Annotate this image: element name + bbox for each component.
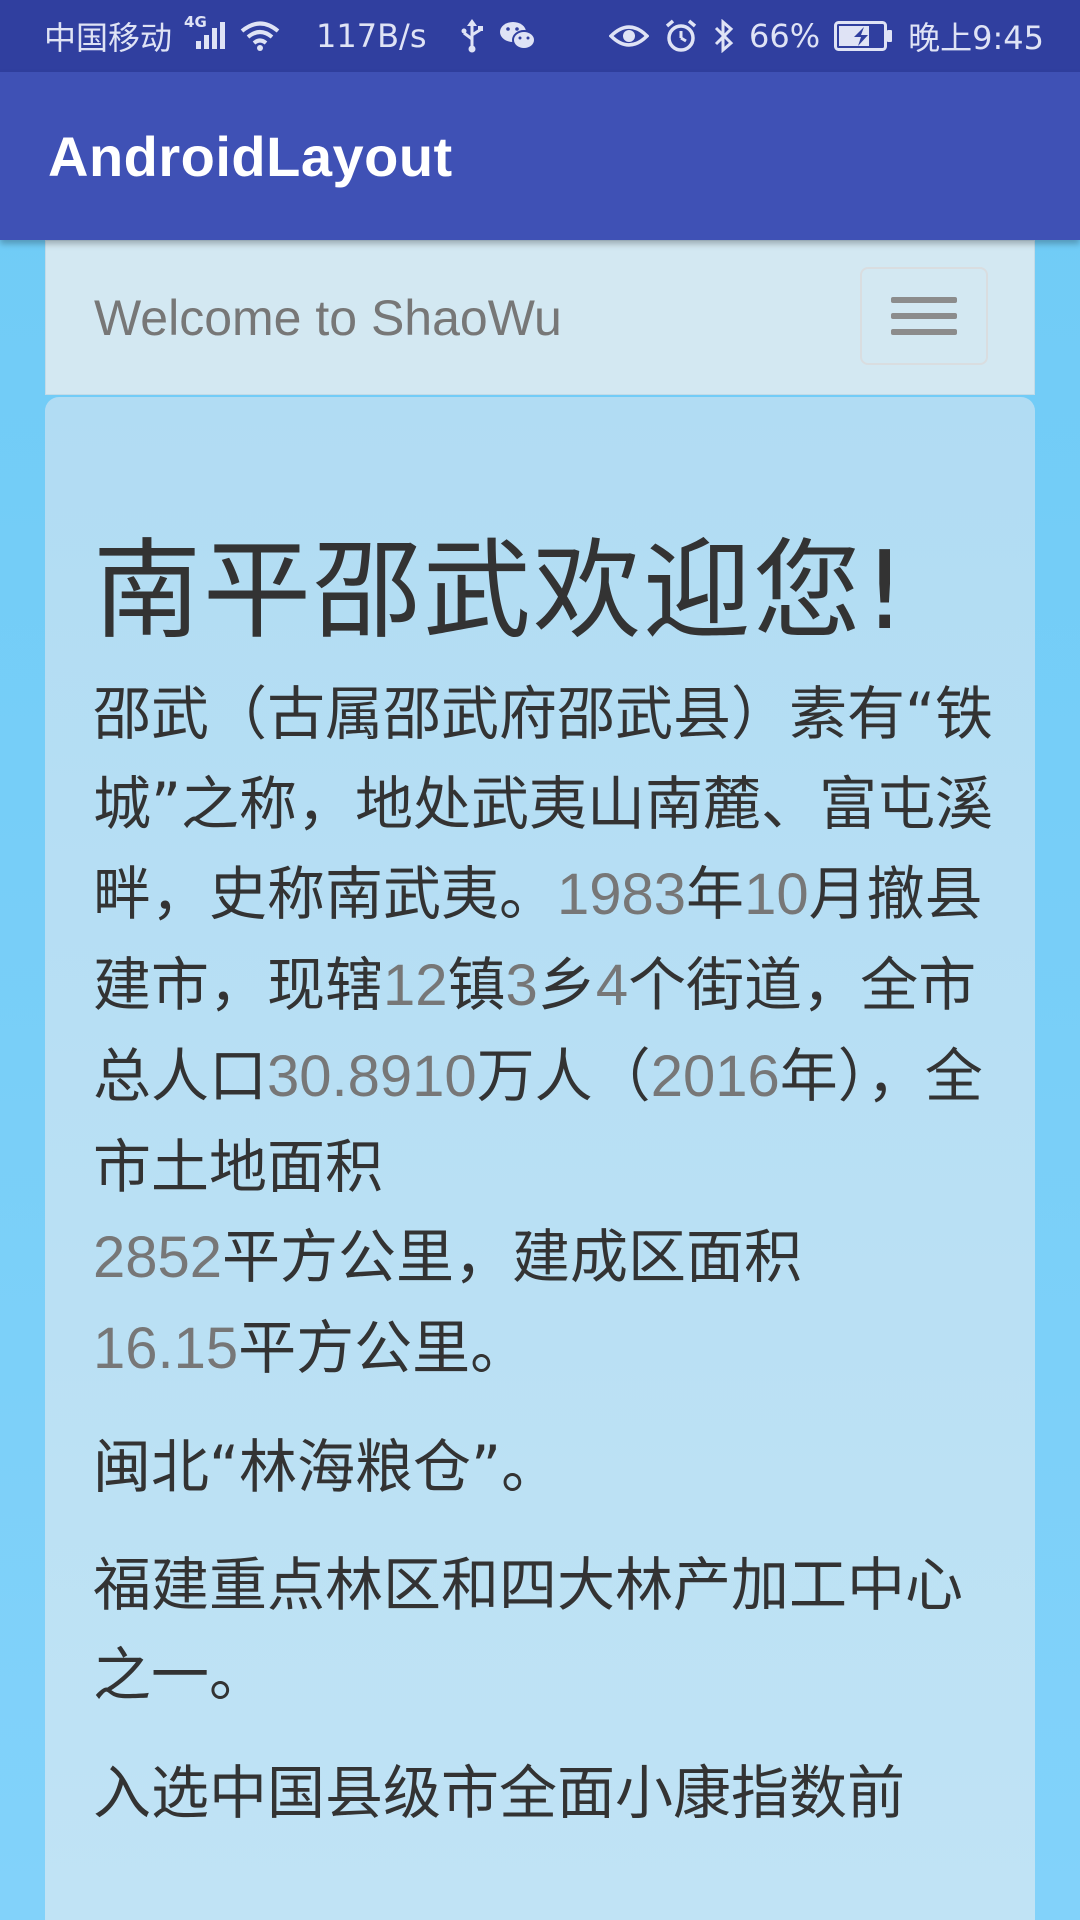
hamburger-menu-icon xyxy=(891,297,957,303)
intro-number: 2016 xyxy=(650,1044,780,1109)
intro-text: 万人（ xyxy=(476,1042,651,1110)
intro-text: 平方公里。 xyxy=(238,1314,529,1382)
intro-number: 12 xyxy=(383,953,448,1018)
battery-charging-icon xyxy=(834,21,894,51)
status-bar: 中国移动 4G 117B/s 66% 晚上9:45 xyxy=(0,0,1080,72)
intro-number: 10 xyxy=(744,862,809,927)
hamburger-menu-icon-bar xyxy=(891,313,957,319)
intro-number: 1983 xyxy=(557,862,687,927)
app-title: AndroidLayout xyxy=(48,124,453,188)
network-type: 4G xyxy=(184,13,207,31)
carrier-name: 中国移动 xyxy=(44,19,173,57)
clock-time: 晚上9:45 xyxy=(908,19,1044,57)
jumbotron-title: 南平邵武欢迎您! xyxy=(93,529,909,654)
battery-percent: 66% xyxy=(749,17,821,55)
signal-icon: 4G xyxy=(184,13,226,51)
net-speed: 117B/s xyxy=(316,17,427,55)
paragraph-forestry-center: 福建重点林区和四大林产加工中心之一。 xyxy=(93,1551,964,1709)
bluetooth-icon xyxy=(713,19,735,53)
intro-number: 30.8910 xyxy=(267,1044,477,1109)
usb-icon xyxy=(459,19,485,53)
intro-text: 年 xyxy=(686,860,745,928)
hamburger-menu-icon-bar xyxy=(891,329,957,335)
intro-text: 乡 xyxy=(537,951,596,1019)
paragraph-xiaokang-index: 入选中国县级市全面小康指数前 xyxy=(93,1759,906,1827)
intro-number: 4 xyxy=(595,953,629,1018)
wifi-icon xyxy=(240,20,280,52)
intro-number: 3 xyxy=(505,953,538,1018)
intro-text: 镇 xyxy=(447,951,506,1019)
status-bar-right: 66% 晚上9:45 xyxy=(609,13,1044,59)
app-bar: AndroidLayout xyxy=(0,72,1080,240)
status-bar-left: 中国移动 4G 117B/s xyxy=(44,13,537,59)
navbar-brand[interactable]: Welcome to ShaoWu xyxy=(94,289,562,347)
alarm-icon xyxy=(663,18,699,54)
intro-number: 16.15 xyxy=(93,1316,239,1381)
wechat-icon xyxy=(499,20,537,52)
eye-icon xyxy=(609,22,649,50)
paragraph-forest-granary: 闽北“林海粮仓”。 xyxy=(93,1433,560,1501)
navbar-toggle-button[interactable] xyxy=(860,267,988,365)
intro-number: 2852 xyxy=(93,1225,223,1290)
intro-paragraph: 邵武（古属邵武府邵武县）素有“铁城”之称，地处武夷山南麓、富屯溪畔，史称南武夷。… xyxy=(93,669,995,1394)
intro-text: 平方公里，建成区面积 xyxy=(222,1223,803,1291)
jumbotron: 南平邵武欢迎您! 邵武（古属邵武府邵武县）素有“铁城”之称，地处武夷山南麓、富屯… xyxy=(45,397,1035,1920)
navbar: Welcome to ShaoWu xyxy=(45,240,1035,395)
